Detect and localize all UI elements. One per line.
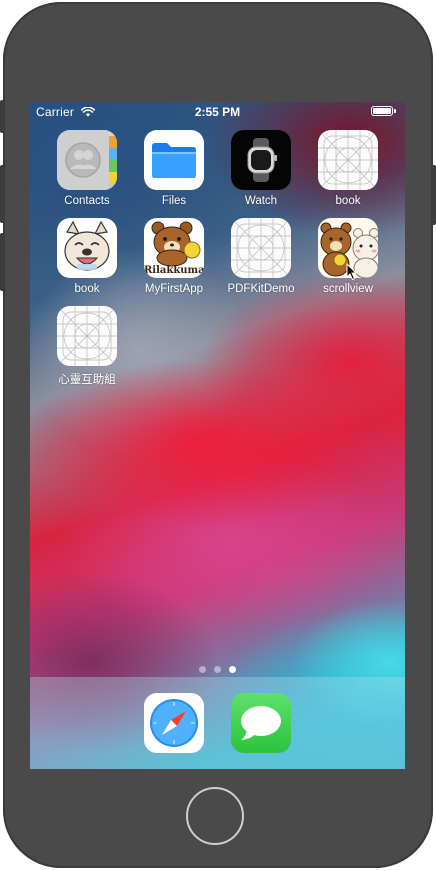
dock-safari[interactable] bbox=[134, 693, 214, 753]
volume-down-button bbox=[0, 233, 4, 291]
app-label: Files bbox=[161, 195, 187, 207]
home-screen: Carrier 2:55 PM Contacts Files Watch boo… bbox=[30, 102, 405, 769]
battery-icon bbox=[371, 106, 396, 116]
watch-icon bbox=[231, 130, 291, 190]
status-bar: Carrier 2:55 PM bbox=[30, 102, 405, 122]
app-pdfkitdemo[interactable]: PDFKitDemo bbox=[221, 218, 301, 295]
placeholder-app-icon bbox=[231, 218, 291, 278]
page-dot-active[interactable] bbox=[229, 666, 236, 673]
page-dot[interactable] bbox=[214, 666, 221, 673]
placeholder-app-icon bbox=[57, 306, 117, 366]
app-label: book bbox=[74, 283, 100, 295]
app-label: PDFKitDemo bbox=[227, 283, 295, 295]
page-indicator[interactable] bbox=[30, 660, 405, 678]
dock bbox=[30, 677, 405, 769]
app-myfirstapp[interactable]: Rilakkuma MyFirstApp bbox=[134, 218, 214, 295]
app-label: Watch bbox=[244, 195, 278, 207]
app-book-bulldog[interactable]: book bbox=[47, 218, 127, 295]
app-label: book bbox=[335, 195, 361, 207]
app-label: Contacts bbox=[64, 195, 110, 207]
dock-messages[interactable] bbox=[221, 693, 301, 753]
app-book-placeholder[interactable]: book bbox=[308, 130, 388, 207]
app-watch[interactable]: Watch bbox=[221, 130, 301, 207]
page-dot[interactable] bbox=[199, 666, 206, 673]
mouse-cursor-icon bbox=[346, 262, 358, 286]
placeholder-app-icon bbox=[318, 130, 378, 190]
app-files[interactable]: Files bbox=[134, 130, 214, 207]
rilakkuma-logo-text: Rilakkuma bbox=[144, 265, 204, 276]
ringer-switch bbox=[0, 100, 4, 133]
power-button bbox=[432, 165, 436, 225]
messages-icon bbox=[231, 693, 291, 753]
app-support-group[interactable]: 心靈互助組 bbox=[47, 306, 127, 387]
clock: 2:55 PM bbox=[194, 105, 241, 119]
volume-up-button bbox=[0, 165, 4, 223]
bulldog-icon bbox=[57, 218, 117, 278]
home-button[interactable] bbox=[186, 787, 244, 845]
rilakkuma-icon: Rilakkuma bbox=[144, 218, 204, 278]
safari-icon bbox=[144, 693, 204, 753]
app-contacts[interactable]: Contacts bbox=[47, 130, 127, 207]
files-icon bbox=[144, 130, 204, 190]
app-label: MyFirstApp bbox=[144, 283, 204, 295]
app-label: 心靈互助組 bbox=[58, 374, 116, 386]
contacts-icon bbox=[57, 130, 117, 190]
